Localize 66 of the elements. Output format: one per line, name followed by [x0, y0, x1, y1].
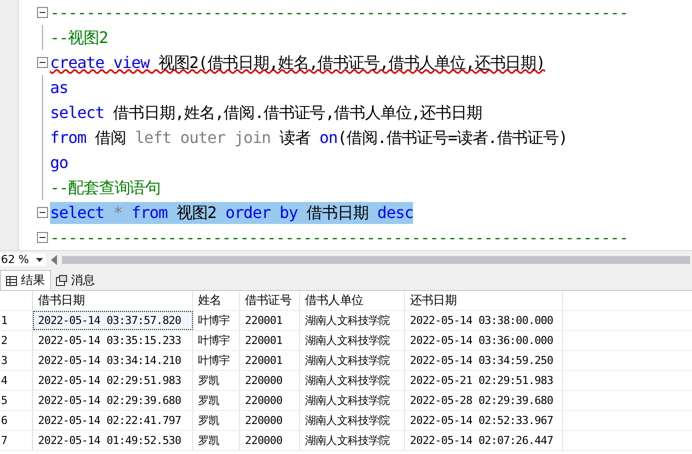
- row-number: 5: [0, 391, 33, 410]
- code-line: from 借阅 left outer join 读者 on(借阅.借书证号=读者.借书证号): [50, 126, 568, 148]
- row-number: 4: [0, 371, 33, 390]
- table-cell: 2022-05-14 02:29:51.983: [33, 371, 193, 390]
- code-line: as: [50, 76, 68, 98]
- row-number: 6: [0, 411, 33, 430]
- table-cell: 2022-05-14 03:35:15.233: [33, 331, 193, 350]
- row-number: 7: [0, 431, 33, 450]
- table-cell: 湖南人文科技学院: [300, 411, 405, 430]
- table-cell: 2022-05-28 02:29:39.680: [405, 391, 563, 410]
- table-cell: 罗凯: [193, 411, 240, 430]
- table-cell: 220001: [240, 311, 300, 330]
- row-number: 3: [0, 351, 33, 370]
- table-cell: 2022-05-14 02:29:39.680: [33, 391, 193, 410]
- table-cell: 湖南人文科技学院: [300, 351, 405, 370]
- code-line: ----------------------------------------------------------------: [50, 226, 628, 248]
- table-cell: 2022-05-14 02:22:41.797: [33, 411, 193, 430]
- table-cell: 湖南人文科技学院: [300, 331, 405, 350]
- table-cell: 2022-05-14 03:38:00.000: [405, 311, 563, 330]
- table-cell: 罗凯: [193, 431, 240, 450]
- table-cell: 220001: [240, 331, 300, 350]
- collapse-icon[interactable]: [37, 207, 48, 218]
- table-cell: 叶博宇: [193, 351, 240, 370]
- table-cell: 220000: [240, 431, 300, 450]
- table-cell: 220000: [240, 411, 300, 430]
- table-cell: 2022-05-14 03:34:59.250: [405, 351, 563, 370]
- code-line: go: [50, 152, 68, 174]
- column-header[interactable]: 借书日期: [33, 291, 193, 310]
- row-number: 2: [0, 331, 33, 350]
- code-line: select 借书日期,姓名,借阅.借书证号,借书人单位,还书日期: [50, 102, 482, 124]
- code-line: create view 视图2(借书日期,姓名,借书证号,借书人单位,还书日期): [50, 52, 546, 74]
- column-header[interactable]: 借书人单位: [300, 291, 405, 310]
- table-cell: 2022-05-21 02:29:51.983: [405, 371, 563, 390]
- table-cell: 220000: [240, 391, 300, 410]
- table-cell: 220001: [240, 351, 300, 370]
- table-cell: 2022-05-14 02:07:26.447: [405, 431, 563, 450]
- code-line: --视图2: [50, 26, 108, 48]
- caret-icon: [36, 258, 43, 262]
- message-icon: [56, 274, 67, 286]
- table-cell: 叶博宇: [193, 331, 240, 350]
- table-cell: 湖南人文科技学院: [300, 391, 405, 410]
- table-cell: 罗凯: [193, 391, 240, 410]
- table-cell: 2022-05-14 03:34:14.210: [33, 351, 193, 370]
- table-cell: 2022-05-14 03:36:00.000: [405, 331, 563, 350]
- table-cell: 2022-05-14 01:49:52.530: [33, 431, 193, 450]
- scroll-left-icon[interactable]: [50, 254, 58, 264]
- grid-icon: [6, 276, 17, 286]
- collapse-icon[interactable]: [37, 7, 48, 18]
- collapse-icon[interactable]: [37, 232, 48, 243]
- table-cell: 叶博宇: [193, 311, 240, 330]
- table-cell: 湖南人文科技学院: [300, 431, 405, 450]
- result-tab[interactable]: 结果: [0, 270, 51, 290]
- code-line: --配套查询语句: [50, 176, 160, 198]
- table-cell: 湖南人文科技学院: [300, 311, 405, 330]
- zoom-dropdown[interactable]: 62 %: [0, 253, 46, 266]
- code-line: ----------------------------------------------------------------: [50, 2, 628, 24]
- horizontal-scrollbar[interactable]: [62, 256, 690, 264]
- table-cell: 罗凯: [193, 371, 240, 390]
- table-cell: 2022-05-14 02:52:33.967: [405, 411, 563, 430]
- column-header[interactable]: 姓名: [193, 291, 240, 310]
- table-cell: 湖南人文科技学院: [300, 371, 405, 390]
- column-header[interactable]: 还书日期: [405, 291, 563, 310]
- table-cell: 2022-05-14 03:37:57.820: [33, 311, 193, 330]
- table-cell: 220000: [240, 371, 300, 390]
- collapse-icon[interactable]: [37, 57, 48, 68]
- column-header[interactable]: 借书证号: [240, 291, 300, 310]
